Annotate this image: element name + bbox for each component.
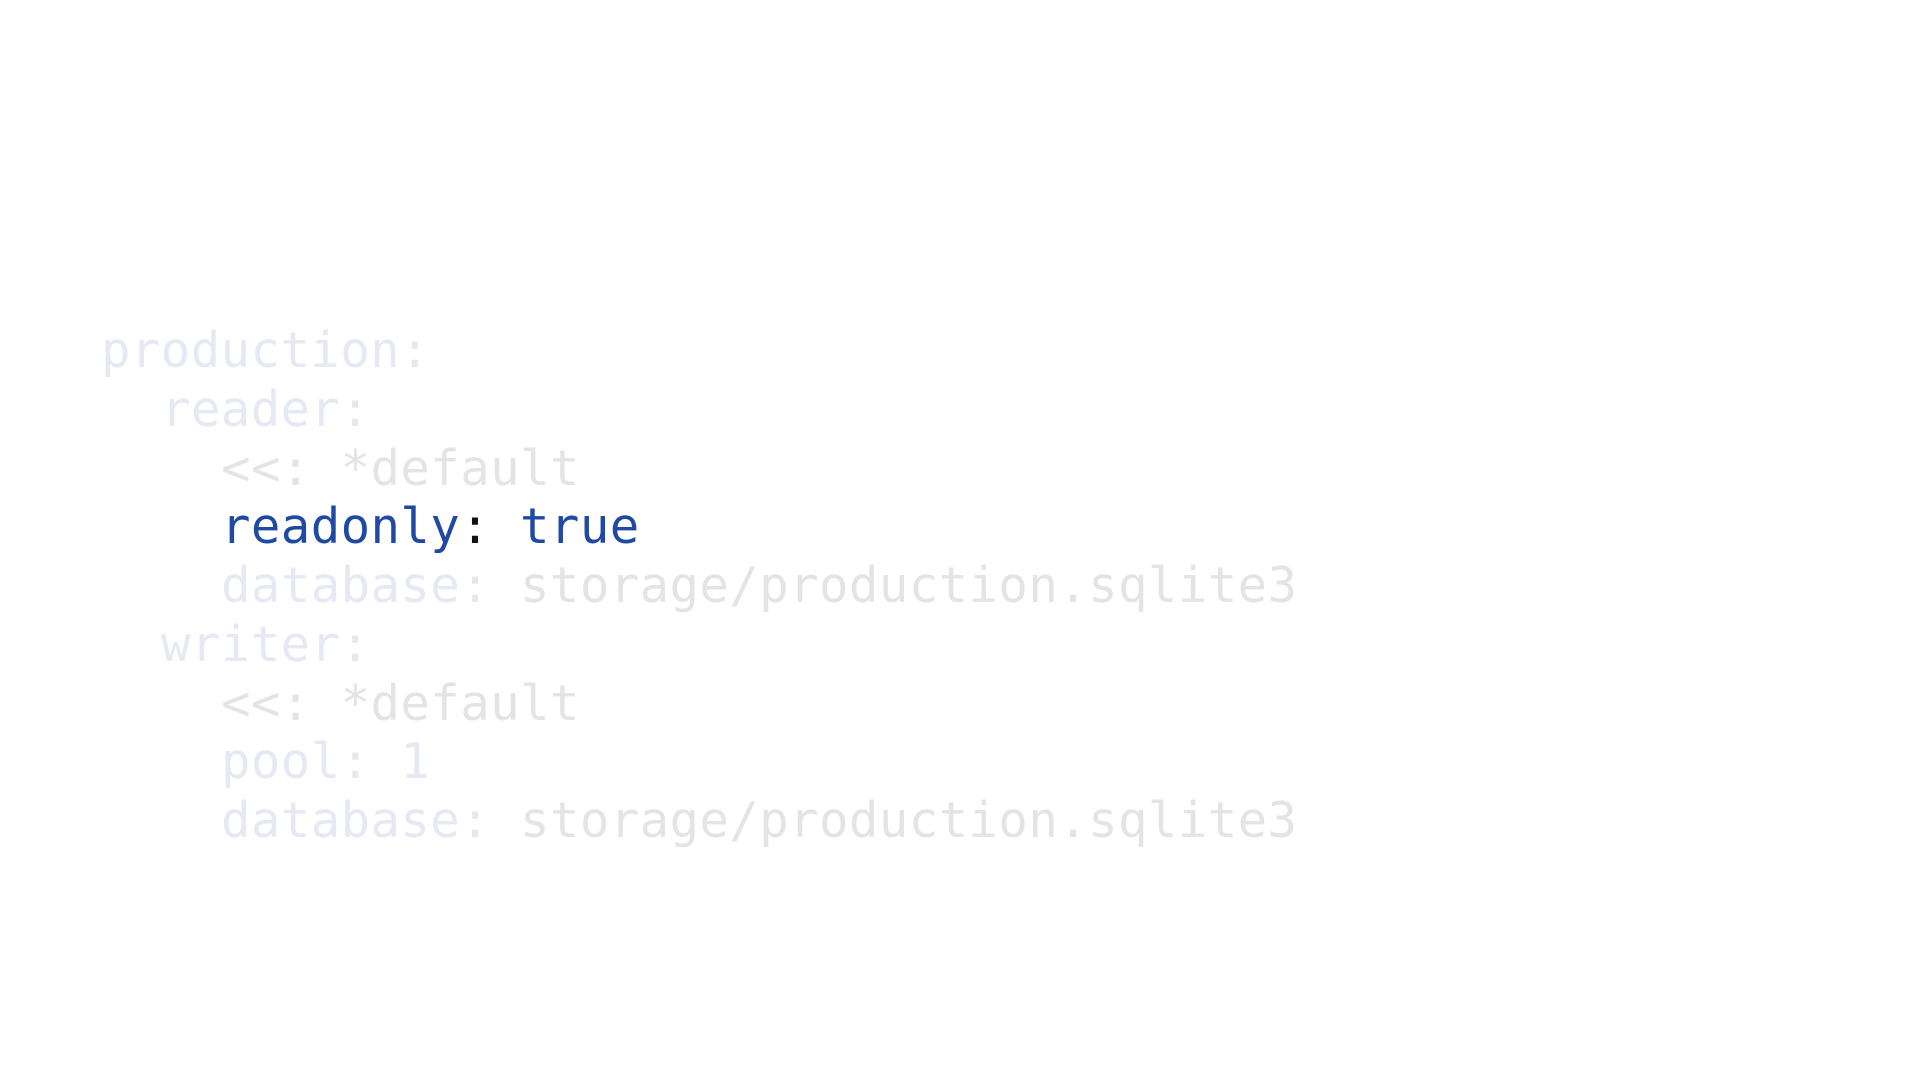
- code-line-production: production:: [101, 322, 1297, 381]
- code-line-pool: pool: 1: [101, 733, 1297, 792]
- code-line-database: database: storage/production.sqlite3: [101, 557, 1297, 616]
- yaml-merge-key: <<:: [221, 439, 311, 497]
- yaml-key: pool: [221, 733, 341, 791]
- yaml-colon: :: [340, 380, 371, 438]
- yaml-number-value: 1: [370, 733, 431, 791]
- yaml-colon: :: [400, 322, 430, 379]
- yaml-key: database: [221, 557, 461, 614]
- yaml-colon: :: [460, 557, 491, 614]
- yaml-key: reader: [161, 380, 341, 438]
- yaml-alias-value: *default: [310, 674, 580, 732]
- yaml-boolean-value: true: [490, 498, 640, 556]
- yaml-merge-key: <<:: [221, 674, 311, 732]
- code-line-database: database: storage/production.sqlite3: [101, 792, 1297, 851]
- code-line-merge-default: <<: *default: [101, 675, 1297, 734]
- code-slide: production: reader: <<: *default readonly: …: [0, 0, 1920, 1080]
- yaml-code-block: production: reader: <<: *default readonly: …: [101, 322, 1297, 851]
- code-line-reader: reader:: [101, 381, 1297, 440]
- yaml-key: database: [221, 792, 461, 849]
- yaml-alias-value: *default: [310, 439, 580, 497]
- yaml-colon: :: [340, 615, 371, 673]
- code-line-readonly: readonly: true: [101, 498, 1297, 557]
- yaml-colon: :: [460, 792, 491, 849]
- yaml-key: production: [101, 322, 401, 379]
- code-line-merge-default: <<: *default: [101, 440, 1297, 499]
- yaml-colon: :: [460, 498, 491, 556]
- yaml-string-value: storage/production.sqlite3: [490, 792, 1298, 849]
- yaml-string-value: storage/production.sqlite3: [490, 557, 1298, 614]
- code-line-writer: writer:: [101, 616, 1297, 675]
- yaml-key: writer: [161, 615, 341, 673]
- yaml-key: readonly: [221, 498, 461, 556]
- yaml-colon: :: [340, 733, 371, 791]
